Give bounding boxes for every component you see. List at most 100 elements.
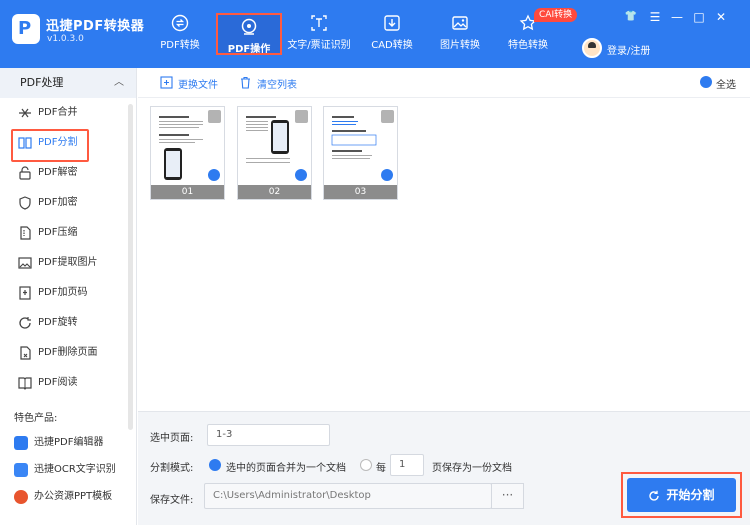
app-name: 迅捷PDF转换器 (46, 19, 145, 34)
sidebar-item-label: PDF删除页面 (38, 347, 98, 358)
page-thumbnail[interactable]: 01 (150, 106, 225, 200)
unlock-icon (19, 166, 31, 180)
featured-item-ocr[interactable]: 迅捷OCR文字识别 (14, 461, 116, 479)
replace-file-button[interactable]: 更换文件 (160, 76, 218, 91)
check-circle-icon[interactable] (381, 169, 393, 181)
start-button-frame: 开始分割 (621, 472, 742, 518)
check-circle-icon (700, 76, 712, 88)
start-split-button[interactable]: 开始分割 (627, 478, 736, 512)
sidebar-item-rotate[interactable]: PDF旋转 (0, 308, 136, 338)
every-prefix-label: 每 (376, 463, 386, 474)
sidebar-item-label: PDF提取图片 (38, 257, 98, 268)
page-preview (329, 112, 381, 182)
radio-every-n-pages[interactable] (360, 459, 372, 471)
sidebar-item-read[interactable]: PDF阅读 (0, 368, 136, 398)
delete-page-icon (20, 346, 31, 360)
menu-icon[interactable]: ☰ (648, 10, 662, 24)
expand-icon[interactable] (208, 110, 221, 123)
page-thumbnail[interactable]: 03 (323, 106, 398, 200)
featured-item-pdf-editor[interactable]: 迅捷PDF编辑器 (14, 434, 103, 452)
page-number-icon (19, 286, 31, 300)
every-suffix-label: 页保存为一份文档 (432, 463, 512, 474)
radio-merge-selected[interactable] (209, 459, 221, 471)
replace-file-label: 更换文件 (178, 80, 218, 91)
file-toolbar: 更换文件 清空列表 全选 (138, 68, 750, 98)
avatar[interactable] (582, 38, 602, 58)
page-label: 03 (324, 185, 397, 199)
nav-label: PDF操作 (227, 44, 271, 55)
select-all-toggle[interactable]: 全选 (700, 76, 736, 91)
radio-merge-label: 选中的页面合并为一个文档 (226, 463, 346, 474)
refresh-icon (649, 490, 660, 501)
ocr-app-icon (14, 463, 28, 477)
chevron-up-icon[interactable]: ︿ (114, 68, 124, 98)
split-icon (18, 137, 32, 149)
select-all-label: 全选 (716, 80, 736, 91)
add-file-icon (160, 76, 173, 89)
sidebar: PDF处理 ︿ PDF合并 PDF分割 PDF解密 PDF加密 PDF压缩 PD… (0, 68, 137, 525)
sidebar-item-split[interactable]: PDF分割 (0, 128, 136, 162)
sidebar-item-label: PDF分割 (38, 137, 78, 148)
sidebar-section-header[interactable]: PDF处理 ︿ (0, 68, 136, 98)
featured-item-label: 迅捷PDF编辑器 (34, 437, 104, 448)
nav-label: CAD转换 (371, 40, 413, 51)
page-range-input[interactable]: 1-3 (207, 424, 330, 446)
maximize-icon[interactable]: □ (692, 10, 706, 24)
sidebar-item-label: PDF加密 (38, 197, 78, 208)
browse-folder-button[interactable]: ··· (491, 483, 524, 509)
book-icon (18, 377, 32, 390)
nav-label: 图片转换 (440, 40, 480, 51)
sidebar-item-extract-image[interactable]: PDF提取图片 (0, 248, 136, 278)
pdf-editor-icon (14, 436, 28, 450)
trash-icon (241, 76, 250, 89)
sidebar-item-compress[interactable]: PDF压缩 (0, 218, 136, 248)
nav-ocr[interactable]: 文字/票证识别 (286, 8, 352, 58)
nav-label: 文字/票证识别 (287, 40, 351, 51)
nav-pdf-convert[interactable]: PDF转换 (148, 8, 212, 58)
clear-list-button[interactable]: 清空列表 (239, 76, 297, 91)
exchange-icon (171, 14, 189, 32)
nav-pdf-ops[interactable]: PDF操作 (216, 13, 282, 55)
cad-download-icon (384, 15, 400, 31)
save-path-input[interactable]: C:\Users\Administrator\Desktop (204, 483, 492, 509)
expand-icon[interactable] (295, 110, 308, 123)
check-circle-icon[interactable] (295, 169, 307, 181)
expand-icon[interactable] (381, 110, 394, 123)
page-thumbnail-area: 01 02 03 (138, 99, 750, 411)
sidebar-item-label: PDF加页码 (38, 287, 88, 298)
sidebar-item-label: PDF旋转 (38, 317, 78, 328)
start-split-label: 开始分割 (666, 488, 715, 502)
nav-label: PDF转换 (160, 40, 200, 51)
compress-icon (20, 226, 31, 240)
check-circle-icon[interactable] (208, 169, 220, 181)
page-thumbnail[interactable]: 02 (237, 106, 312, 200)
sidebar-item-page-number[interactable]: PDF加页码 (0, 278, 136, 308)
save-file-label: 保存文件: (150, 495, 194, 506)
sidebar-scrollbar[interactable] (128, 104, 133, 430)
login-link[interactable]: 登录/注册 (607, 42, 650, 57)
sidebar-item-label: PDF解密 (38, 167, 78, 178)
sidebar-item-delete-page[interactable]: PDF删除页面 (0, 338, 136, 368)
ocr-scan-icon (311, 15, 327, 31)
page-label: 02 (238, 185, 311, 199)
featured-item-label: 办公资源PPT模板 (34, 491, 113, 502)
page-label: 01 (151, 185, 224, 199)
nav-image[interactable]: 图片转换 (428, 8, 492, 58)
skin-icon[interactable]: 👕 (624, 10, 638, 24)
close-icon[interactable]: ✕ (714, 10, 728, 24)
sidebar-item-label: PDF合并 (38, 107, 78, 118)
rotate-icon (19, 317, 31, 329)
featured-item-label: 迅捷OCR文字识别 (34, 464, 116, 475)
image-icon (452, 16, 468, 30)
sidebar-item-decrypt[interactable]: PDF解密 (0, 158, 136, 188)
minimize-icon[interactable]: — (670, 10, 684, 24)
featured-item-ppt[interactable]: 办公资源PPT模板 (14, 488, 112, 506)
nav-cad[interactable]: CAD转换 (360, 8, 424, 58)
top-header: P 迅捷PDF转换器 v1.0.3.0 PDF转换 PDF操作 文字/票证识别 … (0, 0, 750, 68)
page-preview (156, 112, 208, 182)
pdf-ops-icon (241, 18, 257, 35)
pages-per-file-input[interactable]: 1 (390, 454, 424, 476)
sidebar-item-encrypt[interactable]: PDF加密 (0, 188, 136, 218)
extract-image-icon (18, 257, 32, 269)
sidebar-item-merge[interactable]: PDF合并 (0, 98, 136, 128)
